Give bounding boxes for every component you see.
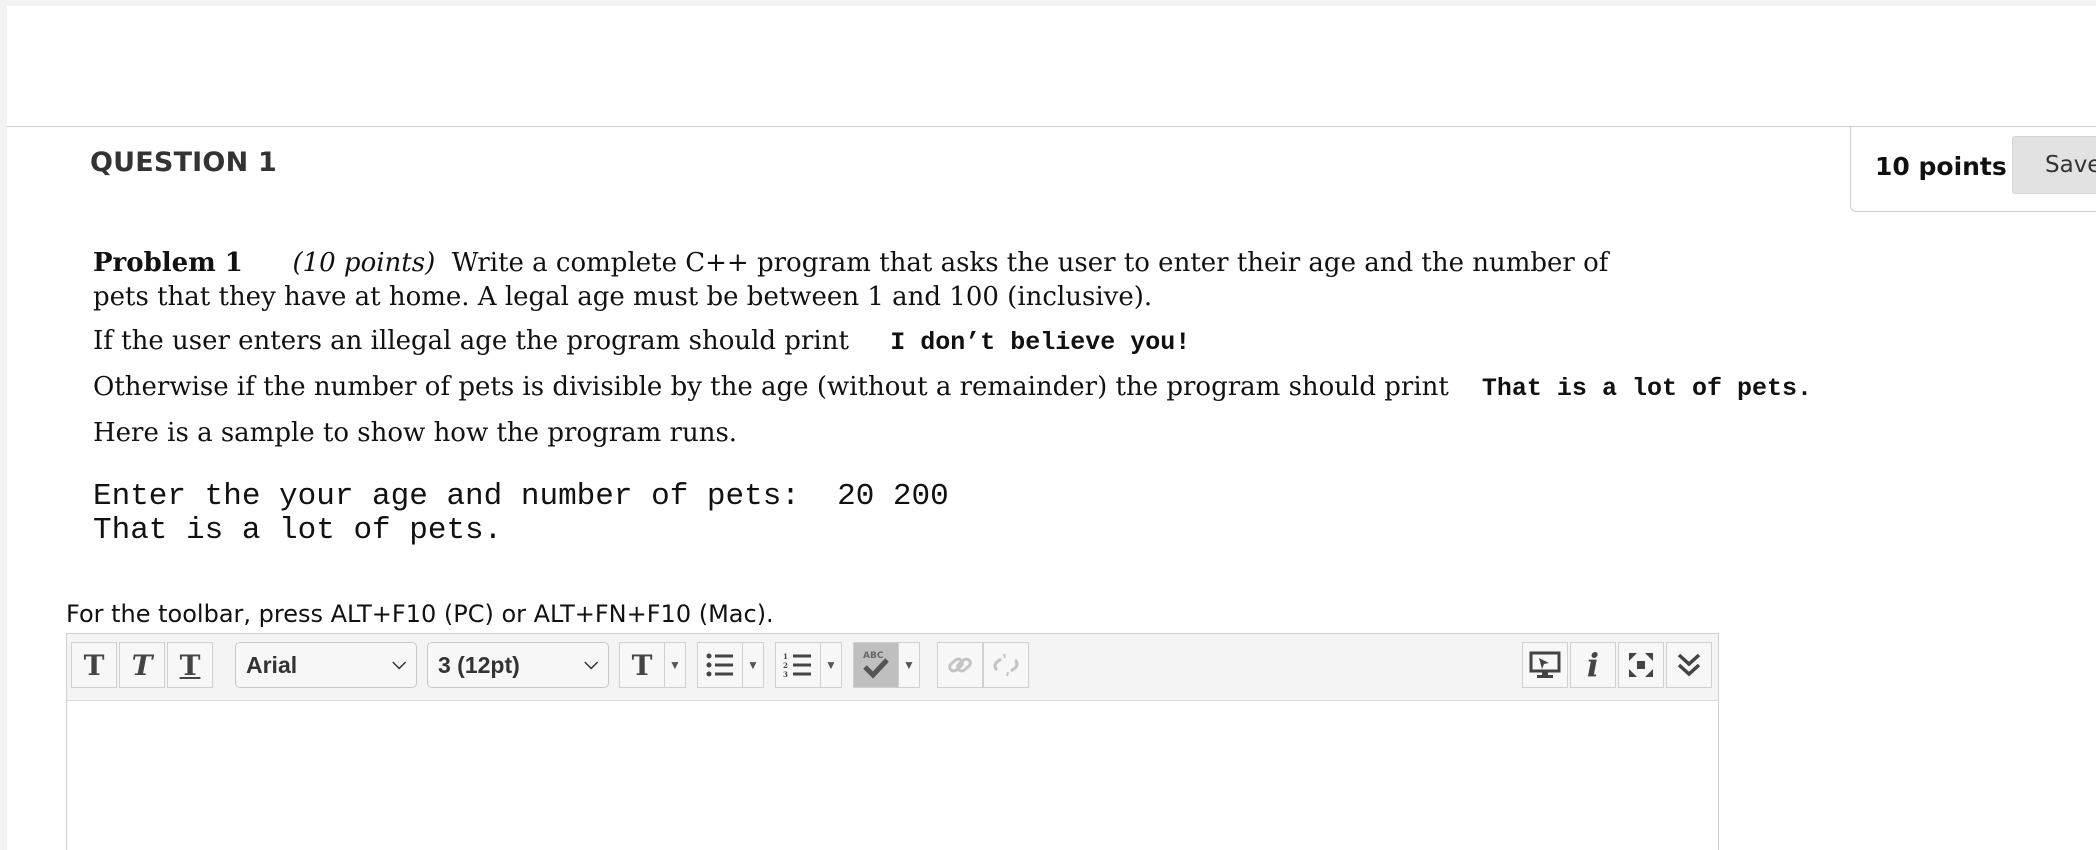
question-title: QUESTION 1 xyxy=(90,147,277,178)
chevron-down-icon: ⌵ xyxy=(584,653,598,673)
header-divider xyxy=(7,126,2096,127)
problem-intro-2: pets that they have at home. A legal age… xyxy=(93,282,1153,312)
italic-icon[interactable]: T xyxy=(119,642,165,688)
link-icon xyxy=(937,642,983,688)
sample-output: Enter the your age and number of pets: 2… xyxy=(93,480,949,548)
svg-text:2: 2 xyxy=(783,661,788,670)
text-color-icon[interactable]: T xyxy=(619,642,665,688)
info-icon[interactable]: i xyxy=(1570,642,1616,688)
problem-line-divisible: Otherwise if the number of pets is divis… xyxy=(93,370,1812,406)
svg-text:3: 3 xyxy=(783,670,788,678)
chevron-down-icon: ⌵ xyxy=(392,653,406,673)
unlink-icon xyxy=(983,642,1029,688)
spellcheck-dropdown[interactable]: ▼ xyxy=(898,642,920,688)
editor-toolbar: T T T Arial ⌵ 3 (12pt) ⌵ T ▼ ▼ 123 ▼ ABC… xyxy=(67,634,1718,701)
bullet-list-icon[interactable] xyxy=(697,642,743,688)
problem-line-1: Problem 1 (10 points) Write a complete C… xyxy=(93,246,1793,280)
numbered-list-icon[interactable]: 123 xyxy=(775,642,821,688)
problem-text: Problem 1 (10 points) Write a complete C… xyxy=(93,246,1812,450)
page: QUESTION 1 10 points Save Problem 1 (10 … xyxy=(7,6,2096,850)
top-band xyxy=(7,6,2096,126)
question-points: 10 points xyxy=(1875,152,2007,181)
problem-intro-1: Write a complete C++ program that asks t… xyxy=(451,248,1609,278)
fullscreen-icon[interactable] xyxy=(1618,642,1664,688)
font-size-value: 3 (12pt) xyxy=(438,651,520,678)
numbered-list-dropdown[interactable]: ▼ xyxy=(820,642,842,688)
underline-icon[interactable]: T xyxy=(167,642,213,688)
bold-icon[interactable]: T xyxy=(71,642,117,688)
font-size-select[interactable]: 3 (12pt) ⌵ xyxy=(427,642,609,688)
spellcheck-label: ABC xyxy=(863,651,884,661)
svg-text:1: 1 xyxy=(783,652,788,661)
illegal-output: I don’t believe you! xyxy=(890,328,1191,357)
save-button[interactable]: Save xyxy=(2012,136,2096,194)
toolbar-hint: For the toolbar, press ALT+F10 (PC) or A… xyxy=(66,600,774,628)
sample-line-2: That is a lot of pets. xyxy=(93,513,503,548)
expand-toolbar-icon[interactable] xyxy=(1666,642,1712,688)
illegal-text: If the user enters an illegal age the pr… xyxy=(93,326,849,356)
sample-line-1: Enter the your age and number of pets: 2… xyxy=(93,479,949,514)
text-color-dropdown[interactable]: ▼ xyxy=(664,642,686,688)
spellcheck-icon[interactable]: ABC xyxy=(853,642,899,688)
problem-heading: Problem 1 xyxy=(93,248,243,278)
answer-editor[interactable]: T T T Arial ⌵ 3 (12pt) ⌵ T ▼ ▼ 123 ▼ ABC… xyxy=(66,633,1719,850)
problem-line-illegal: If the user enters an illegal age the pr… xyxy=(93,324,1793,360)
font-family-select[interactable]: Arial ⌵ xyxy=(235,642,417,688)
sample-intro: Here is a sample to show how the program… xyxy=(93,418,738,448)
bullet-list-dropdown[interactable]: ▼ xyxy=(742,642,764,688)
divisible-text: Otherwise if the number of pets is divis… xyxy=(93,372,1449,402)
problem-points: (10 points) xyxy=(292,248,436,278)
font-family-value: Arial xyxy=(246,651,298,678)
preview-icon[interactable] xyxy=(1522,642,1568,688)
divisible-output: That is a lot of pets. xyxy=(1481,374,1812,403)
